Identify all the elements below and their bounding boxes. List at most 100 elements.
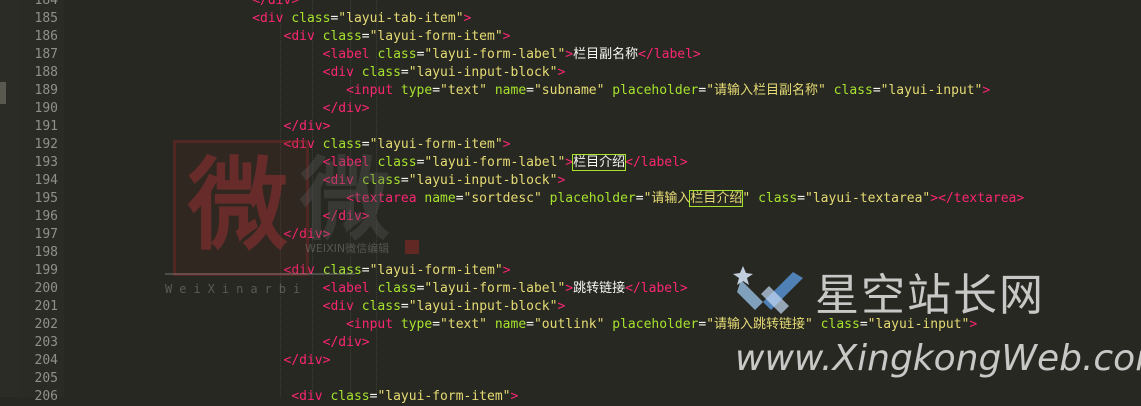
line-number: 202: [34, 317, 58, 332]
code-token: "layui-form-label": [424, 155, 566, 170]
code-token: =: [432, 83, 441, 98]
line-number: 201: [34, 299, 58, 314]
code-token: "outlink": [533, 317, 605, 332]
code-token: 跳转链接: [573, 281, 626, 296]
line-number: 193: [34, 155, 58, 170]
code-text: <div class="layui-input-block">: [80, 64, 566, 82]
line-number: 195: [34, 191, 58, 206]
code-line[interactable]: 192 <div class="layui-form-item">: [0, 136, 1141, 154]
code-token: =: [361, 263, 370, 278]
code-text: <div class="layui-form-item">: [80, 388, 518, 406]
line-number: 192: [34, 137, 58, 152]
code-token: "layui-input-block": [408, 65, 558, 80]
code-token: =: [526, 317, 534, 332]
code-text: <div class="layui-form-item">: [80, 262, 511, 280]
code-token: "layui-input": [880, 83, 983, 98]
code-line[interactable]: 184 </div>: [0, 0, 1141, 10]
code-token: class: [361, 65, 401, 80]
code-token: <div: [252, 11, 292, 26]
line-number: 203: [34, 335, 58, 350]
code-text: <label class="layui-form-label">栏目副名称</l…: [80, 46, 701, 64]
code-text: <label class="layui-form-label">跳转链接</la…: [80, 280, 688, 298]
line-number: 196: [34, 209, 58, 224]
line-number: 199: [34, 263, 58, 278]
code-token: </div>: [283, 353, 331, 368]
code-line[interactable]: 194 <div class="layui-input-block">: [0, 172, 1141, 190]
line-number: 186: [34, 29, 58, 44]
code-token: <div: [283, 263, 323, 278]
code-token: ></textarea>: [930, 191, 1025, 206]
code-line[interactable]: 187 <label class="layui-form-label">栏目副名…: [0, 46, 1141, 64]
code-token: <div: [283, 29, 323, 44]
code-token: </label>: [638, 47, 701, 62]
code-line[interactable]: 190 </div>: [0, 100, 1141, 118]
code-token: class: [758, 191, 798, 206]
line-number: 185: [34, 11, 58, 26]
code-line[interactable]: 191 </div>: [0, 118, 1141, 136]
code-text: </div>: [80, 0, 299, 10]
code-token: "layui-tab-item": [338, 11, 464, 26]
code-token: name: [424, 191, 456, 206]
code-line[interactable]: 197 </div>: [0, 226, 1141, 244]
line-number: 197: [34, 227, 58, 242]
code-token: <div: [322, 299, 362, 314]
code-token: <div: [322, 65, 362, 80]
code-token: class: [377, 281, 417, 296]
code-line[interactable]: 196 </div>: [0, 208, 1141, 226]
code-line[interactable]: 189 <input type="text" name="subname" pl…: [0, 82, 1141, 100]
code-line[interactable]: 188 <div class="layui-input-block">: [0, 64, 1141, 82]
code-token: </label>: [625, 155, 688, 170]
code-token: placeholder: [612, 83, 699, 98]
code-token: "text": [440, 83, 488, 98]
code-line[interactable]: 198: [0, 244, 1141, 262]
code-line[interactable]: 206 <div class="layui-form-item">: [0, 388, 1141, 406]
code-token: type: [400, 83, 433, 98]
code-token: =: [872, 83, 881, 98]
code-token: class: [377, 47, 417, 62]
code-token: class: [361, 173, 401, 188]
code-text: </div>: [80, 208, 370, 226]
code-text: <label class="layui-form-label">栏目介绍</la…: [80, 154, 688, 172]
line-number: 198: [34, 245, 58, 260]
code-line[interactable]: 193 <label class="layui-form-label">栏目介绍…: [0, 154, 1141, 172]
line-number: 205: [34, 371, 58, 386]
code-text: <div class="layui-form-item">: [80, 136, 511, 154]
code-token: name: [494, 317, 527, 332]
code-token: =: [635, 191, 644, 206]
code-token: type: [400, 317, 433, 332]
code-token: "layui-form-label": [424, 47, 566, 62]
code-token: >: [463, 11, 472, 26]
code-token: <label: [322, 281, 378, 296]
code-token: class: [322, 137, 362, 152]
code-token: </div>: [322, 101, 370, 116]
code-token: placeholder: [612, 317, 699, 332]
code-token: >: [502, 29, 511, 44]
code-token: >: [557, 299, 566, 314]
code-token: </div>: [252, 0, 300, 8]
code-text: <div class="layui-tab-item">: [80, 10, 471, 28]
line-number: 200: [34, 281, 58, 296]
code-line[interactable]: 185 <div class="layui-tab-item">: [0, 10, 1141, 28]
code-token: >: [565, 281, 574, 296]
code-token: <input: [346, 317, 401, 332]
code-token: class: [322, 263, 362, 278]
code-line[interactable]: 195 <textarea name="sortdesc" placeholde…: [0, 190, 1141, 208]
code-token: =: [526, 83, 534, 98]
code-token: 栏目介绍: [689, 190, 744, 207]
code-token: class: [833, 83, 873, 98]
code-token: >: [982, 83, 991, 98]
code-line[interactable]: 186 <div class="layui-form-item">: [0, 28, 1141, 46]
code-token: "text": [440, 317, 488, 332]
code-token: </div>: [322, 209, 370, 224]
